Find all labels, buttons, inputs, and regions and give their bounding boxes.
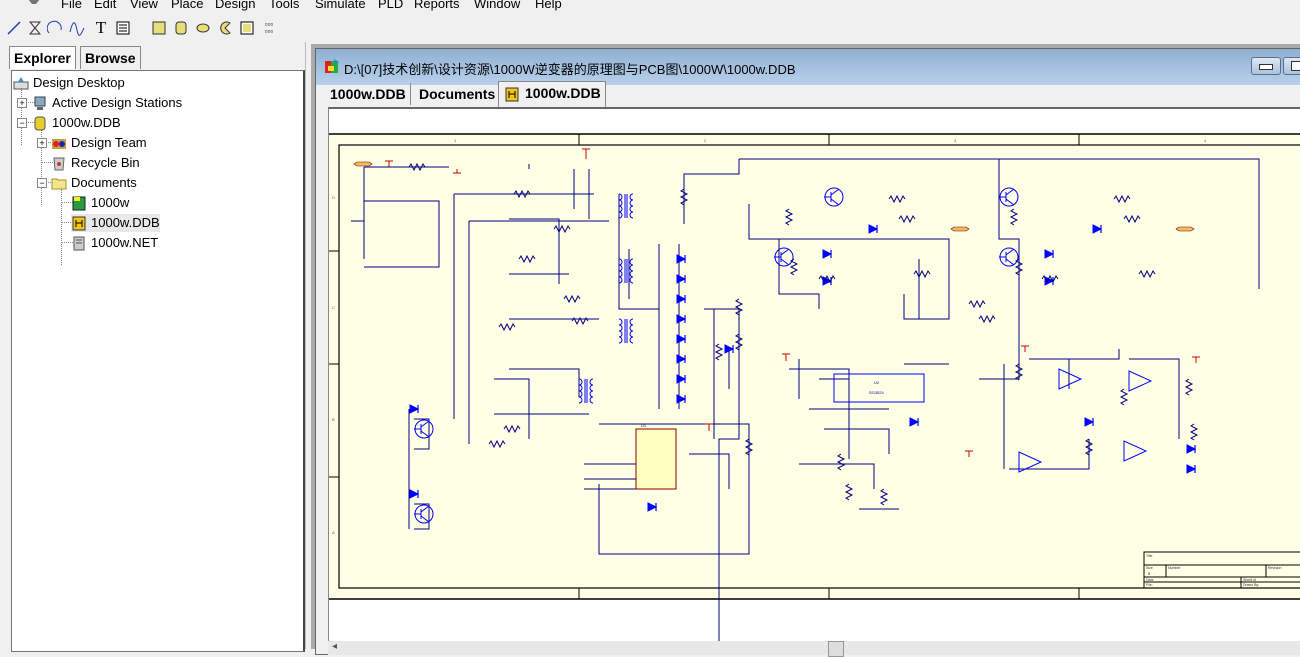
document-area: D:\[07]技术创新\设计资源\1000W逆变器的原理图与PCB图\1000W… — [311, 44, 1300, 657]
tab-explorer[interactable]: Explorer — [9, 46, 76, 69]
doc-tab-documents[interactable]: Documents — [415, 83, 501, 105]
collapse-toggle[interactable]: − — [17, 118, 27, 128]
menu-view[interactable]: View — [130, 0, 158, 11]
stations-icon — [32, 95, 48, 111]
border-row-d: D — [332, 195, 335, 200]
menu-simulate[interactable]: Simulate — [315, 0, 366, 11]
tree-item-design-team[interactable]: Design Team — [51, 134, 147, 152]
menu-reports[interactable]: Reports — [414, 0, 460, 11]
doc-tab-1000w-ddb[interactable]: 1000w.DDB — [326, 83, 411, 105]
tree-label: 1000w.NET — [91, 235, 159, 250]
tree-label: 1000w.DDB — [91, 215, 160, 230]
schematic-canvas[interactable]: 1 2 3 4 D C B A Title Size B Number Revi… — [328, 107, 1300, 649]
expand-toggle[interactable]: + — [17, 98, 27, 108]
document-window: D:\[07]技术创新\设计资源\1000W逆变器的原理图与PCB图\1000W… — [315, 48, 1300, 657]
tree-label: Documents — [71, 175, 137, 190]
tree-item-active-design-stations[interactable]: Active Design Stations — [32, 94, 182, 112]
file-label: File: — [1146, 583, 1153, 587]
svg-text:SG3524: SG3524 — [869, 390, 884, 395]
pcb-icon — [71, 195, 87, 211]
arc-icon[interactable] — [46, 19, 64, 37]
border-row-b: B — [332, 417, 335, 422]
tree-label: Active Design Stations — [52, 95, 183, 110]
menu-design[interactable]: Design — [215, 0, 255, 11]
tree-item-1000w[interactable]: 1000w — [71, 194, 129, 212]
document-title: D:\[07]技术创新\设计资源\1000W逆变器的原理图与PCB图\1000W… — [344, 62, 796, 77]
explorer-panel: Explorer Browse Sch Design Desktop + Act… — [3, 42, 305, 652]
schematic-sheet[interactable]: 1 2 3 4 D C B A Title Size B Number Revi… — [329, 109, 1300, 649]
tree-label: 1000w — [91, 195, 130, 210]
desktop-icon — [13, 75, 29, 91]
date-label: Date: — [1146, 578, 1154, 582]
recycle-bin-icon — [51, 155, 67, 171]
menu-tools[interactable]: Tools — [269, 0, 299, 11]
menu-help[interactable]: Help — [535, 0, 562, 11]
tree-item-design-desktop[interactable]: Design Desktop — [13, 74, 125, 92]
app-logo-icon — [28, 0, 40, 4]
collapse-toggle[interactable]: − — [37, 178, 47, 188]
menu-bar: File Edit View Place Design Tools Simula… — [0, 0, 1300, 12]
menu-window[interactable]: Window — [474, 0, 520, 11]
app-document-icon — [325, 59, 339, 73]
bezier-icon[interactable] — [26, 19, 44, 37]
svg-text:U2: U2 — [874, 380, 880, 385]
scroll-thumb[interactable] — [828, 641, 844, 657]
ellipse-icon[interactable] — [194, 19, 212, 37]
explorer-tree: Design Desktop + Active Design Stations … — [11, 70, 305, 652]
menu-place[interactable]: Place — [171, 0, 204, 11]
menu-pld[interactable]: PLD — [378, 0, 403, 11]
image-icon[interactable] — [238, 19, 256, 37]
expand-toggle[interactable]: + — [37, 138, 47, 148]
drawing-toolbar: T ▫▫▫ ▫▫▫ — [0, 12, 1300, 42]
scroll-left-icon[interactable]: ◂ — [332, 641, 337, 652]
minimize-button[interactable] — [1251, 57, 1281, 75]
sheet-label: Sheet of — [1243, 578, 1256, 582]
border-row-a: A — [332, 530, 335, 535]
doc-tab-label: 1000w.DDB — [525, 85, 601, 101]
menu-file[interactable]: File — [61, 0, 82, 11]
rectangle-icon[interactable] — [150, 19, 168, 37]
tree-item-1000w-ddb-doc[interactable]: 1000w.DDB — [71, 214, 160, 232]
tree-item-1000w-net[interactable]: 1000w.NET — [71, 234, 158, 252]
pie-icon[interactable] — [216, 19, 234, 37]
text-frame-icon[interactable] — [114, 19, 132, 37]
database-icon — [32, 115, 48, 131]
border-row-c: C — [332, 305, 335, 310]
schematic-icon — [505, 87, 519, 102]
size-label: Size — [1146, 566, 1153, 570]
array-icon[interactable]: ▫▫▫ ▫▫▫ — [260, 19, 278, 37]
folder-icon — [51, 175, 67, 191]
number-label: Number — [1168, 566, 1181, 570]
rounded-rectangle-icon[interactable] — [172, 19, 190, 37]
tree-label: Design Desktop — [33, 75, 125, 90]
schematic-icon — [71, 215, 87, 231]
maximize-button[interactable] — [1283, 57, 1300, 75]
sheet-background — [329, 134, 1300, 599]
graphic-wave-icon[interactable] — [68, 19, 86, 37]
document-titlebar: D:\[07]技术创新\设计资源\1000W逆变器的原理图与PCB图\1000W… — [316, 49, 1300, 85]
revision-label: Revision — [1268, 566, 1281, 570]
title-label: Title — [1146, 554, 1153, 558]
tree-item-1000w-ddb[interactable]: 1000w.DDB — [32, 114, 121, 132]
svg-text:U1: U1 — [641, 423, 647, 428]
text-icon[interactable]: T — [92, 18, 110, 37]
doc-tab-1000w-ddb-schematic[interactable]: 1000w.DDB — [498, 81, 606, 107]
tree-item-documents[interactable]: Documents — [51, 174, 137, 192]
team-icon — [51, 135, 67, 151]
tree-item-recycle-bin[interactable]: Recycle Bin — [51, 154, 140, 172]
menu-edit[interactable]: Edit — [94, 0, 116, 11]
tree-label: Design Team — [71, 135, 147, 150]
ic-u1[interactable]: U1 — [635, 423, 677, 490]
line-icon[interactable] — [5, 19, 23, 37]
drawn-by-label: Drawn By: — [1243, 583, 1259, 587]
netlist-icon — [71, 235, 87, 251]
tree-label: 1000w.DDB — [52, 115, 121, 130]
tab-browse-sch[interactable]: Browse Sch — [80, 46, 141, 88]
horizontal-scrollbar[interactable]: ◂ — [328, 641, 1300, 657]
tree-label: Recycle Bin — [71, 155, 140, 170]
